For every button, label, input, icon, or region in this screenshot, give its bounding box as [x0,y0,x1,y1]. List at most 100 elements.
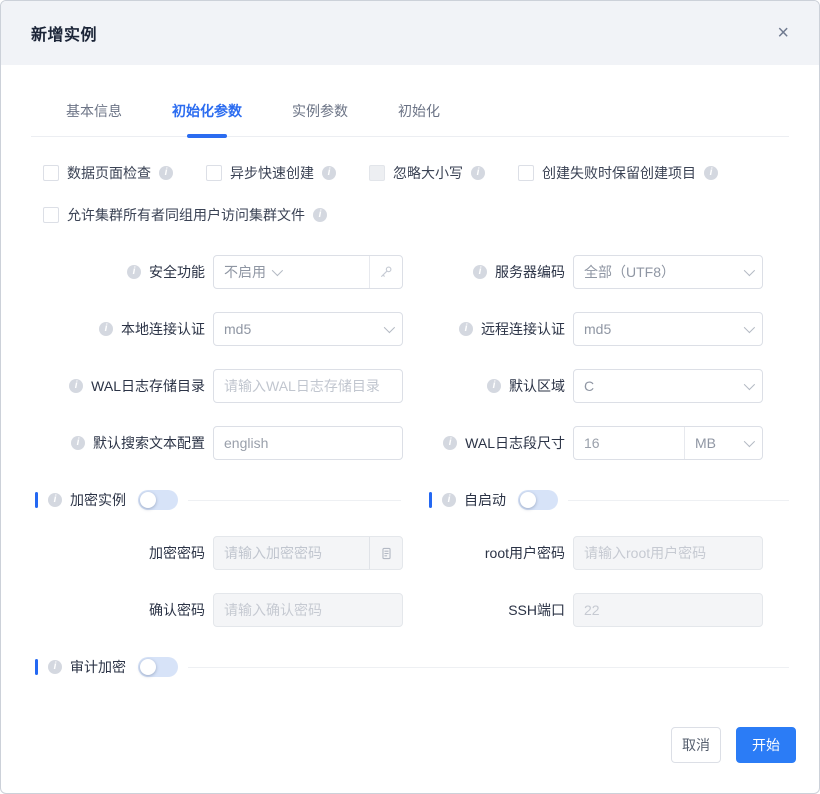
checkbox-box[interactable] [206,165,222,181]
info-icon[interactable]: i [487,379,501,393]
ssh-port-control [573,593,763,627]
toggle-knob [140,659,156,675]
confirm-password-control [213,593,403,627]
root-password-input [573,536,763,570]
field-label-confirm-password: 确认密码 [31,600,213,620]
tab-initialize[interactable]: 初始化 [398,101,440,136]
default-locale-select[interactable]: C [573,369,763,403]
default-locale-control: C [573,369,763,403]
audit-encrypt-toggle[interactable] [138,657,178,677]
info-icon[interactable]: i [322,166,336,180]
info-icon[interactable]: i [48,493,62,507]
active-tab-indicator [187,134,227,138]
cancel-button[interactable]: 取消 [671,727,721,763]
form-row-3: i WAL日志存储目录 i 默认区域 C [31,369,789,403]
local-auth-control: md5 [213,312,403,346]
remote-auth-select[interactable]: md5 [573,312,763,346]
checkbox-box-disabled [369,165,385,181]
info-icon[interactable]: i [459,322,473,336]
field-label-ssh-port: SSH端口 [403,600,573,620]
modal-body: 基本信息 初始化参数 实例参数 初始化 数据页面检查 i 异步快速创建 i 忽略… [1,101,819,677]
start-button[interactable]: 开始 [736,727,796,763]
security-group: 不启用 [213,255,403,289]
checkbox-data-page-check[interactable]: 数据页面检查 i [43,163,173,183]
encrypt-password-group [213,536,403,570]
info-icon[interactable]: i [471,166,485,180]
tab-instance-params[interactable]: 实例参数 [292,101,348,136]
checkbox-box[interactable] [518,165,534,181]
security-control: 不启用 [213,255,403,289]
security-select[interactable]: 不启用 [214,256,369,288]
section-accent-bar [35,659,38,675]
info-icon[interactable]: i [71,436,85,450]
toggle-knob [520,492,536,508]
local-auth-select[interactable]: md5 [213,312,403,346]
auto-start-toggle[interactable] [518,490,558,510]
server-encoding-select[interactable]: 全部（UTF8） [573,255,763,289]
divider [188,500,401,501]
checkbox-allow-group-access[interactable]: 允许集群所有者同组用户访问集群文件 i [43,205,327,225]
field-label-remote-auth: i 远程连接认证 [403,319,573,339]
tab-init-params[interactable]: 初始化参数 [172,101,242,136]
info-icon[interactable]: i [704,166,718,180]
section-audit-encrypt: i 审计加密 [35,657,789,677]
encrypt-instance-toggle[interactable] [138,490,178,510]
checkbox-box[interactable] [43,165,59,181]
text-search-input[interactable] [213,426,403,460]
chevron-down-icon [744,379,755,390]
security-key-button [369,256,402,288]
info-icon[interactable]: i [159,166,173,180]
tab-basic-info[interactable]: 基本信息 [66,101,122,136]
modal-footer: 取消 开始 [671,727,796,763]
checkbox-async-fast-create[interactable]: 异步快速创建 i [206,163,336,183]
field-label-default-locale: i 默认区域 [403,376,573,396]
info-icon[interactable]: i [442,493,456,507]
info-icon[interactable]: i [313,208,327,222]
text-search-control [213,426,403,460]
section-row-audit: i 审计加密 [35,657,789,677]
checkbox-ignore-case: 忽略大小写 i [369,163,485,183]
confirm-password-input [213,593,403,627]
field-label-encrypt-password: 加密密码 [31,543,213,563]
divider [568,500,789,501]
remote-auth-control: md5 [573,312,763,346]
chevron-down-icon [744,322,755,333]
field-label-server-encoding: i 服务器编码 [403,262,573,282]
close-icon[interactable]: × [777,23,789,43]
field-label-wal-segment: i WAL日志段尺寸 [403,433,573,453]
form-row-4: i 默认搜索文本配置 i WAL日志段尺寸 MB [31,426,789,460]
section-accent-bar [35,492,38,508]
wal-dir-input[interactable] [213,369,403,403]
chevron-down-icon [384,322,395,333]
info-icon[interactable]: i [443,436,457,450]
info-icon[interactable]: i [48,660,62,674]
toggle-knob [140,492,156,508]
password-card-icon [380,547,393,560]
field-label-local-auth: i 本地连接认证 [31,319,213,339]
field-label-text-search: i 默认搜索文本配置 [31,433,213,453]
info-icon[interactable]: i [473,265,487,279]
generate-password-button [369,537,402,569]
info-icon[interactable]: i [69,379,83,393]
checkbox-keep-on-failure[interactable]: 创建失败时保留创建项目 i [518,163,718,183]
info-icon[interactable]: i [127,265,141,279]
chevron-down-icon [272,265,283,276]
form-row-6: 确认密码 SSH端口 [31,593,789,627]
info-icon[interactable]: i [99,322,113,336]
section-row-encrypt-autostart: i 加密实例 i 自启动 [35,490,789,510]
wal-segment-input[interactable] [574,427,684,459]
ssh-port-input [573,593,763,627]
form-area: i 安全功能 不启用 [31,255,789,677]
wal-segment-control: MB [573,426,763,460]
server-encoding-control: 全部（UTF8） [573,255,763,289]
chevron-down-icon [744,436,755,447]
key-icon [379,265,393,279]
form-row-2: i 本地连接认证 md5 i 远程连接认证 md5 [31,312,789,346]
checkbox-box[interactable] [43,207,59,223]
wal-segment-unit-select[interactable]: MB [684,427,762,459]
form-row-5: 加密密码 root用户密码 [31,536,789,570]
section-accent-bar [429,492,432,508]
wal-dir-control [213,369,403,403]
modal-header: 新增实例 × [1,1,819,65]
field-label-root-password: root用户密码 [403,543,573,563]
